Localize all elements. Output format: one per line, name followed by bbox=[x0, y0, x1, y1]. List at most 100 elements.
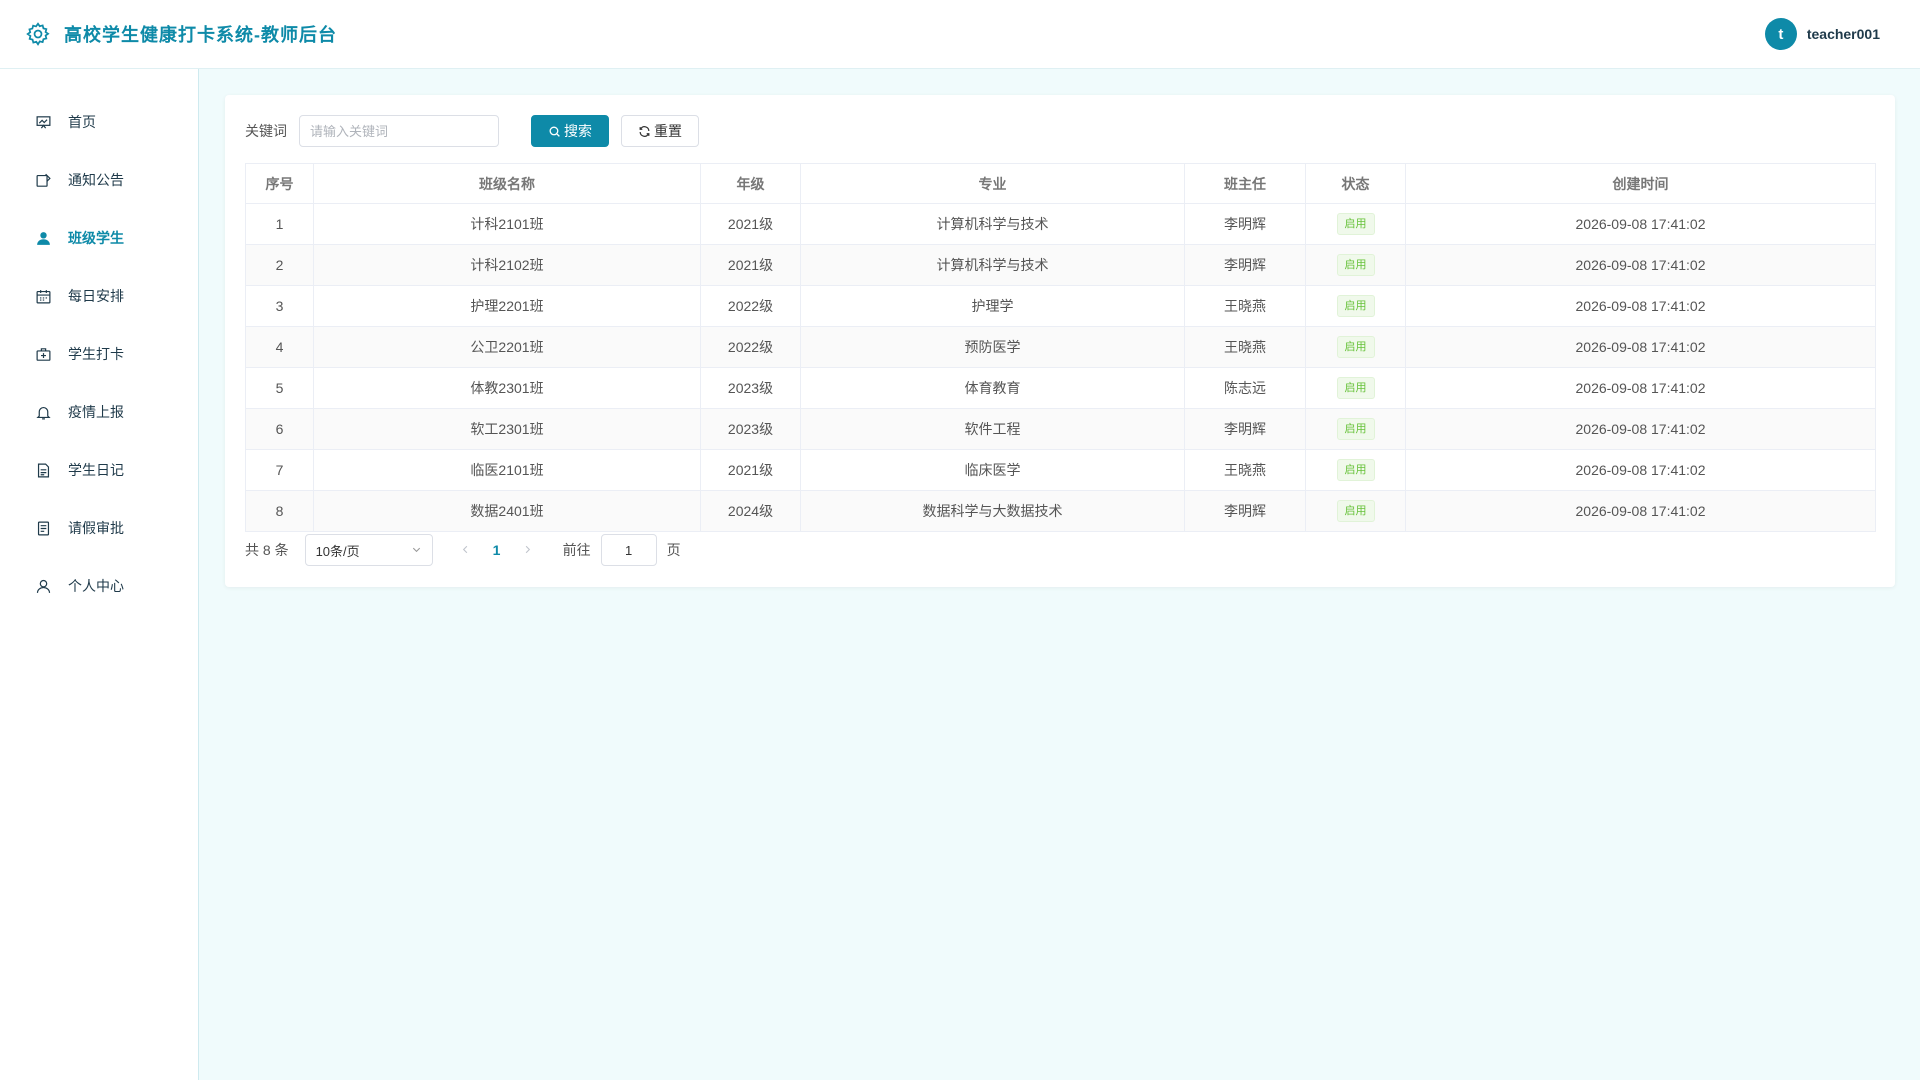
column-header: 序号 bbox=[245, 163, 314, 204]
total-count: 共 8 条 bbox=[245, 542, 289, 558]
table-row[interactable]: 1 计科2101班 2021级 计算机科学与技术 李明辉 启用 2026-09-… bbox=[245, 203, 1876, 245]
cell-major: 软件工程 bbox=[800, 408, 1185, 450]
goto-label: 前往 bbox=[562, 542, 591, 558]
cell-grade: 2021级 bbox=[700, 203, 801, 245]
cell-head-teacher: 王晓燕 bbox=[1184, 449, 1306, 491]
cell-head-teacher: 李明辉 bbox=[1184, 244, 1306, 286]
column-header: 状态 bbox=[1305, 163, 1406, 204]
cell-status: 启用 bbox=[1305, 285, 1406, 327]
cell-created-time: 2026-09-08 17:41:02 bbox=[1405, 490, 1876, 532]
cell-class-name: 护理2201班 bbox=[313, 285, 701, 327]
sidebar-item-class-students[interactable]: 班级学生 bbox=[0, 209, 198, 267]
table-row[interactable]: 6 软工2301班 2023级 软件工程 李明辉 启用 2026-09-08 1… bbox=[245, 408, 1876, 450]
goto-page-input[interactable] bbox=[600, 534, 657, 566]
cell-grade: 2023级 bbox=[700, 408, 801, 450]
sidebar-item-label: 通知公告 bbox=[68, 172, 124, 188]
cell-class-name: 临医2101班 bbox=[313, 449, 701, 491]
gear-icon bbox=[24, 20, 52, 48]
column-header: 创建时间 bbox=[1405, 163, 1876, 204]
cell-index: 1 bbox=[245, 203, 314, 245]
sidebar-item-daily-schedule[interactable]: 每日安排 bbox=[0, 267, 198, 325]
cell-major: 计算机科学与技术 bbox=[800, 244, 1185, 286]
bell-icon bbox=[34, 403, 52, 421]
sidebar-item-label: 每日安排 bbox=[68, 288, 124, 304]
user-menu[interactable]: t teacher001 bbox=[1764, 18, 1880, 50]
cell-grade: 2023级 bbox=[700, 367, 801, 409]
cell-major: 临床医学 bbox=[800, 449, 1185, 491]
calendar-icon bbox=[34, 287, 52, 305]
sidebar-item-student-diary[interactable]: 学生日记 bbox=[0, 441, 198, 499]
table-row[interactable]: 4 公卫2201班 2022级 预防医学 王晓燕 启用 2026-09-08 1… bbox=[245, 326, 1876, 368]
sidebar-item-label: 学生打卡 bbox=[68, 346, 124, 362]
cell-index: 5 bbox=[245, 367, 314, 409]
reset-button[interactable]: 重置 bbox=[621, 115, 699, 147]
cell-grade: 2024级 bbox=[700, 490, 801, 532]
chevron-down-icon bbox=[411, 543, 422, 558]
document-icon bbox=[34, 461, 52, 479]
cell-created-time: 2026-09-08 17:41:02 bbox=[1405, 244, 1876, 286]
sidebar-item-label: 首页 bbox=[68, 114, 96, 130]
table-row[interactable]: 7 临医2101班 2021级 临床医学 王晓燕 启用 2026-09-08 1… bbox=[245, 449, 1876, 491]
sidebar-item-epidemic-report[interactable]: 疫情上报 bbox=[0, 383, 198, 441]
cell-index: 7 bbox=[245, 449, 314, 491]
page-number-current[interactable]: 1 bbox=[479, 542, 515, 558]
search-button[interactable]: 搜索 bbox=[531, 115, 609, 147]
cell-status: 启用 bbox=[1305, 449, 1406, 491]
status-badge: 启用 bbox=[1336, 336, 1375, 358]
status-badge: 启用 bbox=[1336, 418, 1375, 440]
table-row[interactable]: 2 计科2102班 2021级 计算机科学与技术 李明辉 启用 2026-09-… bbox=[245, 244, 1876, 286]
cell-status: 启用 bbox=[1305, 367, 1406, 409]
sidebar-item-leave-approval[interactable]: 请假审批 bbox=[0, 499, 198, 557]
chevron-left-icon bbox=[460, 542, 471, 558]
cell-index: 4 bbox=[245, 326, 314, 368]
username[interactable]: teacher001 bbox=[1807, 26, 1880, 42]
table-row[interactable]: 8 数据2401班 2024级 数据科学与大数据技术 李明辉 启用 2026-0… bbox=[245, 490, 1876, 532]
cell-grade: 2021级 bbox=[700, 449, 801, 491]
next-page-button[interactable] bbox=[515, 537, 541, 563]
cell-index: 6 bbox=[245, 408, 314, 450]
pagination: 共 8 条 10条/页 1 前往 页 bbox=[245, 534, 1875, 566]
status-badge: 启用 bbox=[1336, 459, 1375, 481]
reset-button-label: 重置 bbox=[654, 123, 682, 139]
cell-grade: 2021级 bbox=[700, 244, 801, 286]
cell-index: 3 bbox=[245, 285, 314, 327]
top-header: 高校学生健康打卡系统-教师后台 t teacher001 bbox=[0, 0, 1920, 69]
table-row[interactable]: 3 护理2201班 2022级 护理学 王晓燕 启用 2026-09-08 17… bbox=[245, 285, 1876, 327]
sidebar-item-notice[interactable]: 通知公告 bbox=[0, 151, 198, 209]
class-list-card: 关键词 搜索 重置 序号 班级名称 年级 专业 班主任 状态 bbox=[225, 95, 1895, 587]
sidebar-item-student-checkin[interactable]: 学生打卡 bbox=[0, 325, 198, 383]
cell-major: 计算机科学与技术 bbox=[800, 203, 1185, 245]
cell-created-time: 2026-09-08 17:41:02 bbox=[1405, 449, 1876, 491]
page-size-value: 10条/页 bbox=[315, 543, 360, 559]
keyword-input[interactable] bbox=[299, 115, 499, 147]
cell-class-name: 软工2301班 bbox=[313, 408, 701, 450]
sidebar-item-profile[interactable]: 个人中心 bbox=[0, 557, 198, 615]
medical-kit-icon bbox=[34, 345, 52, 363]
search-icon bbox=[548, 125, 561, 138]
status-badge: 启用 bbox=[1336, 500, 1375, 522]
notice-icon bbox=[34, 171, 52, 189]
cell-head-teacher: 李明辉 bbox=[1184, 490, 1306, 532]
class-table: 序号 班级名称 年级 专业 班主任 状态 创建时间 1 计科2101班 2021… bbox=[245, 163, 1876, 532]
avatar[interactable]: t bbox=[1764, 18, 1797, 50]
cell-class-name: 数据2401班 bbox=[313, 490, 701, 532]
refresh-icon bbox=[638, 125, 651, 138]
chevron-right-icon bbox=[522, 542, 533, 558]
sidebar-item-label: 疫情上报 bbox=[68, 404, 124, 420]
cell-class-name: 体教2301班 bbox=[313, 367, 701, 409]
column-header: 专业 bbox=[800, 163, 1185, 204]
sidebar: 首页 通知公告 班级学生 每日安排 学生打卡 疫情上报 学生日记 请假审批 个人… bbox=[0, 69, 199, 1080]
cell-major: 护理学 bbox=[800, 285, 1185, 327]
table-row[interactable]: 5 体教2301班 2023级 体育教育 陈志远 启用 2026-09-08 1… bbox=[245, 367, 1876, 409]
status-badge: 启用 bbox=[1336, 377, 1375, 399]
search-bar: 关键词 搜索 重置 bbox=[245, 115, 1875, 147]
sidebar-item-label: 个人中心 bbox=[68, 578, 124, 594]
page-size-select[interactable]: 10条/页 bbox=[304, 534, 433, 566]
cell-created-time: 2026-09-08 17:41:02 bbox=[1405, 408, 1876, 450]
cell-status: 启用 bbox=[1305, 490, 1406, 532]
cell-created-time: 2026-09-08 17:41:02 bbox=[1405, 285, 1876, 327]
sidebar-item-home[interactable]: 首页 bbox=[0, 93, 198, 151]
chart-board-icon bbox=[34, 113, 52, 131]
prev-page-button[interactable] bbox=[453, 537, 479, 563]
column-header: 班主任 bbox=[1184, 163, 1306, 204]
